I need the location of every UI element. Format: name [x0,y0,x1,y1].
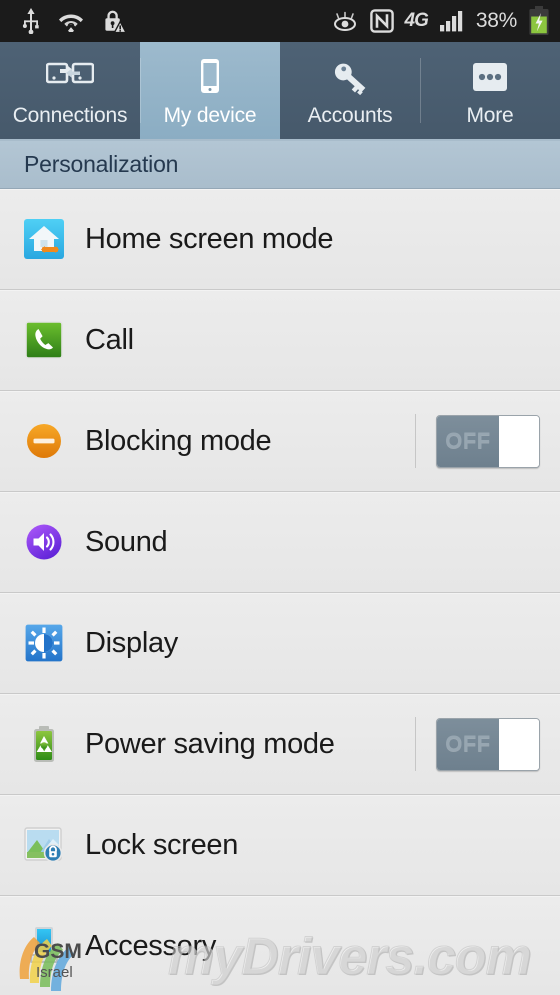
my-device-icon [195,55,225,100]
status-bar: ? [0,0,560,42]
battery-charging-icon [528,6,550,36]
battery-percent-label: 38% [476,9,517,33]
list-item-label: Lock screen [85,829,238,862]
power-saving-mode-icon [22,722,66,766]
toggle-thumb[interactable] [499,416,539,467]
tab-my-device[interactable]: My device [140,42,280,139]
toggle-thumb[interactable] [499,719,539,770]
lock-screen-icon [22,823,66,867]
toggle-track: OFF [437,719,499,770]
call-icon [22,318,66,362]
power-saving-mode-toggle[interactable]: OFF [436,718,540,771]
blocking-mode-toggle[interactable]: OFF [436,415,540,468]
list-item-label: Blocking mode [85,425,271,458]
list-item-label: Power saving mode [85,728,335,761]
list-item-display[interactable]: Display [0,593,560,694]
tab-more-label: More [466,104,513,128]
connections-icon [46,55,94,100]
accessory-icon [22,924,66,968]
phone-screen: ? [0,0,560,995]
list-item-lock-screen[interactable]: Lock screen [0,795,560,896]
display-icon [22,621,66,665]
list-item-home-screen-mode[interactable]: Home screen mode [0,189,560,290]
signal-strength-icon [439,10,465,32]
wifi-question-icon: ? [58,10,84,32]
lock-warning-icon [102,8,126,34]
settings-tab-bar[interactable]: Connections My device [0,42,560,141]
toggle-state-label: OFF [445,731,491,757]
list-item-call[interactable]: Call [0,290,560,391]
tab-accounts[interactable]: Accounts [280,42,420,139]
settings-list: Home screen mode Call [0,189,560,995]
vertical-divider [415,717,416,771]
section-header-personalization: Personalization [0,141,560,189]
row-right-controls: OFF [415,391,560,491]
usb-icon [22,8,40,34]
list-item-label: Accessory [85,930,216,963]
list-item-label: Display [85,627,178,660]
list-item-label: Home screen mode [85,223,333,256]
list-item-sound[interactable]: Sound [0,492,560,593]
home-screen-mode-icon [22,217,66,261]
row-right-controls: OFF [415,694,560,794]
status-bar-right-icons: 4G 38% [331,6,551,36]
blocking-mode-icon [22,419,66,463]
status-bar-left-icons: ? [22,8,126,34]
list-item-blocking-mode[interactable]: Blocking mode OFF [0,391,560,492]
tab-my-device-label: My device [164,104,257,128]
more-dots-icon [469,55,511,100]
list-item-label: Call [85,324,134,357]
smart-stay-eye-icon [331,10,359,32]
section-header-label: Personalization [24,151,178,178]
sound-icon [22,520,66,564]
network-type-label: 4G [405,10,428,32]
list-item-accessory[interactable]: Accessory [0,896,560,995]
tab-more[interactable]: More [420,42,560,139]
vertical-divider [415,414,416,468]
accounts-key-icon [329,55,371,100]
toggle-state-label: OFF [445,428,491,454]
tab-accounts-label: Accounts [308,104,393,128]
toggle-track: OFF [437,416,499,467]
tab-connections[interactable]: Connections [0,42,140,139]
tab-connections-label: Connections [13,104,128,128]
list-item-label: Sound [85,526,167,559]
list-item-power-saving-mode[interactable]: Power saving mode OFF [0,694,560,795]
nfc-icon [370,9,394,33]
